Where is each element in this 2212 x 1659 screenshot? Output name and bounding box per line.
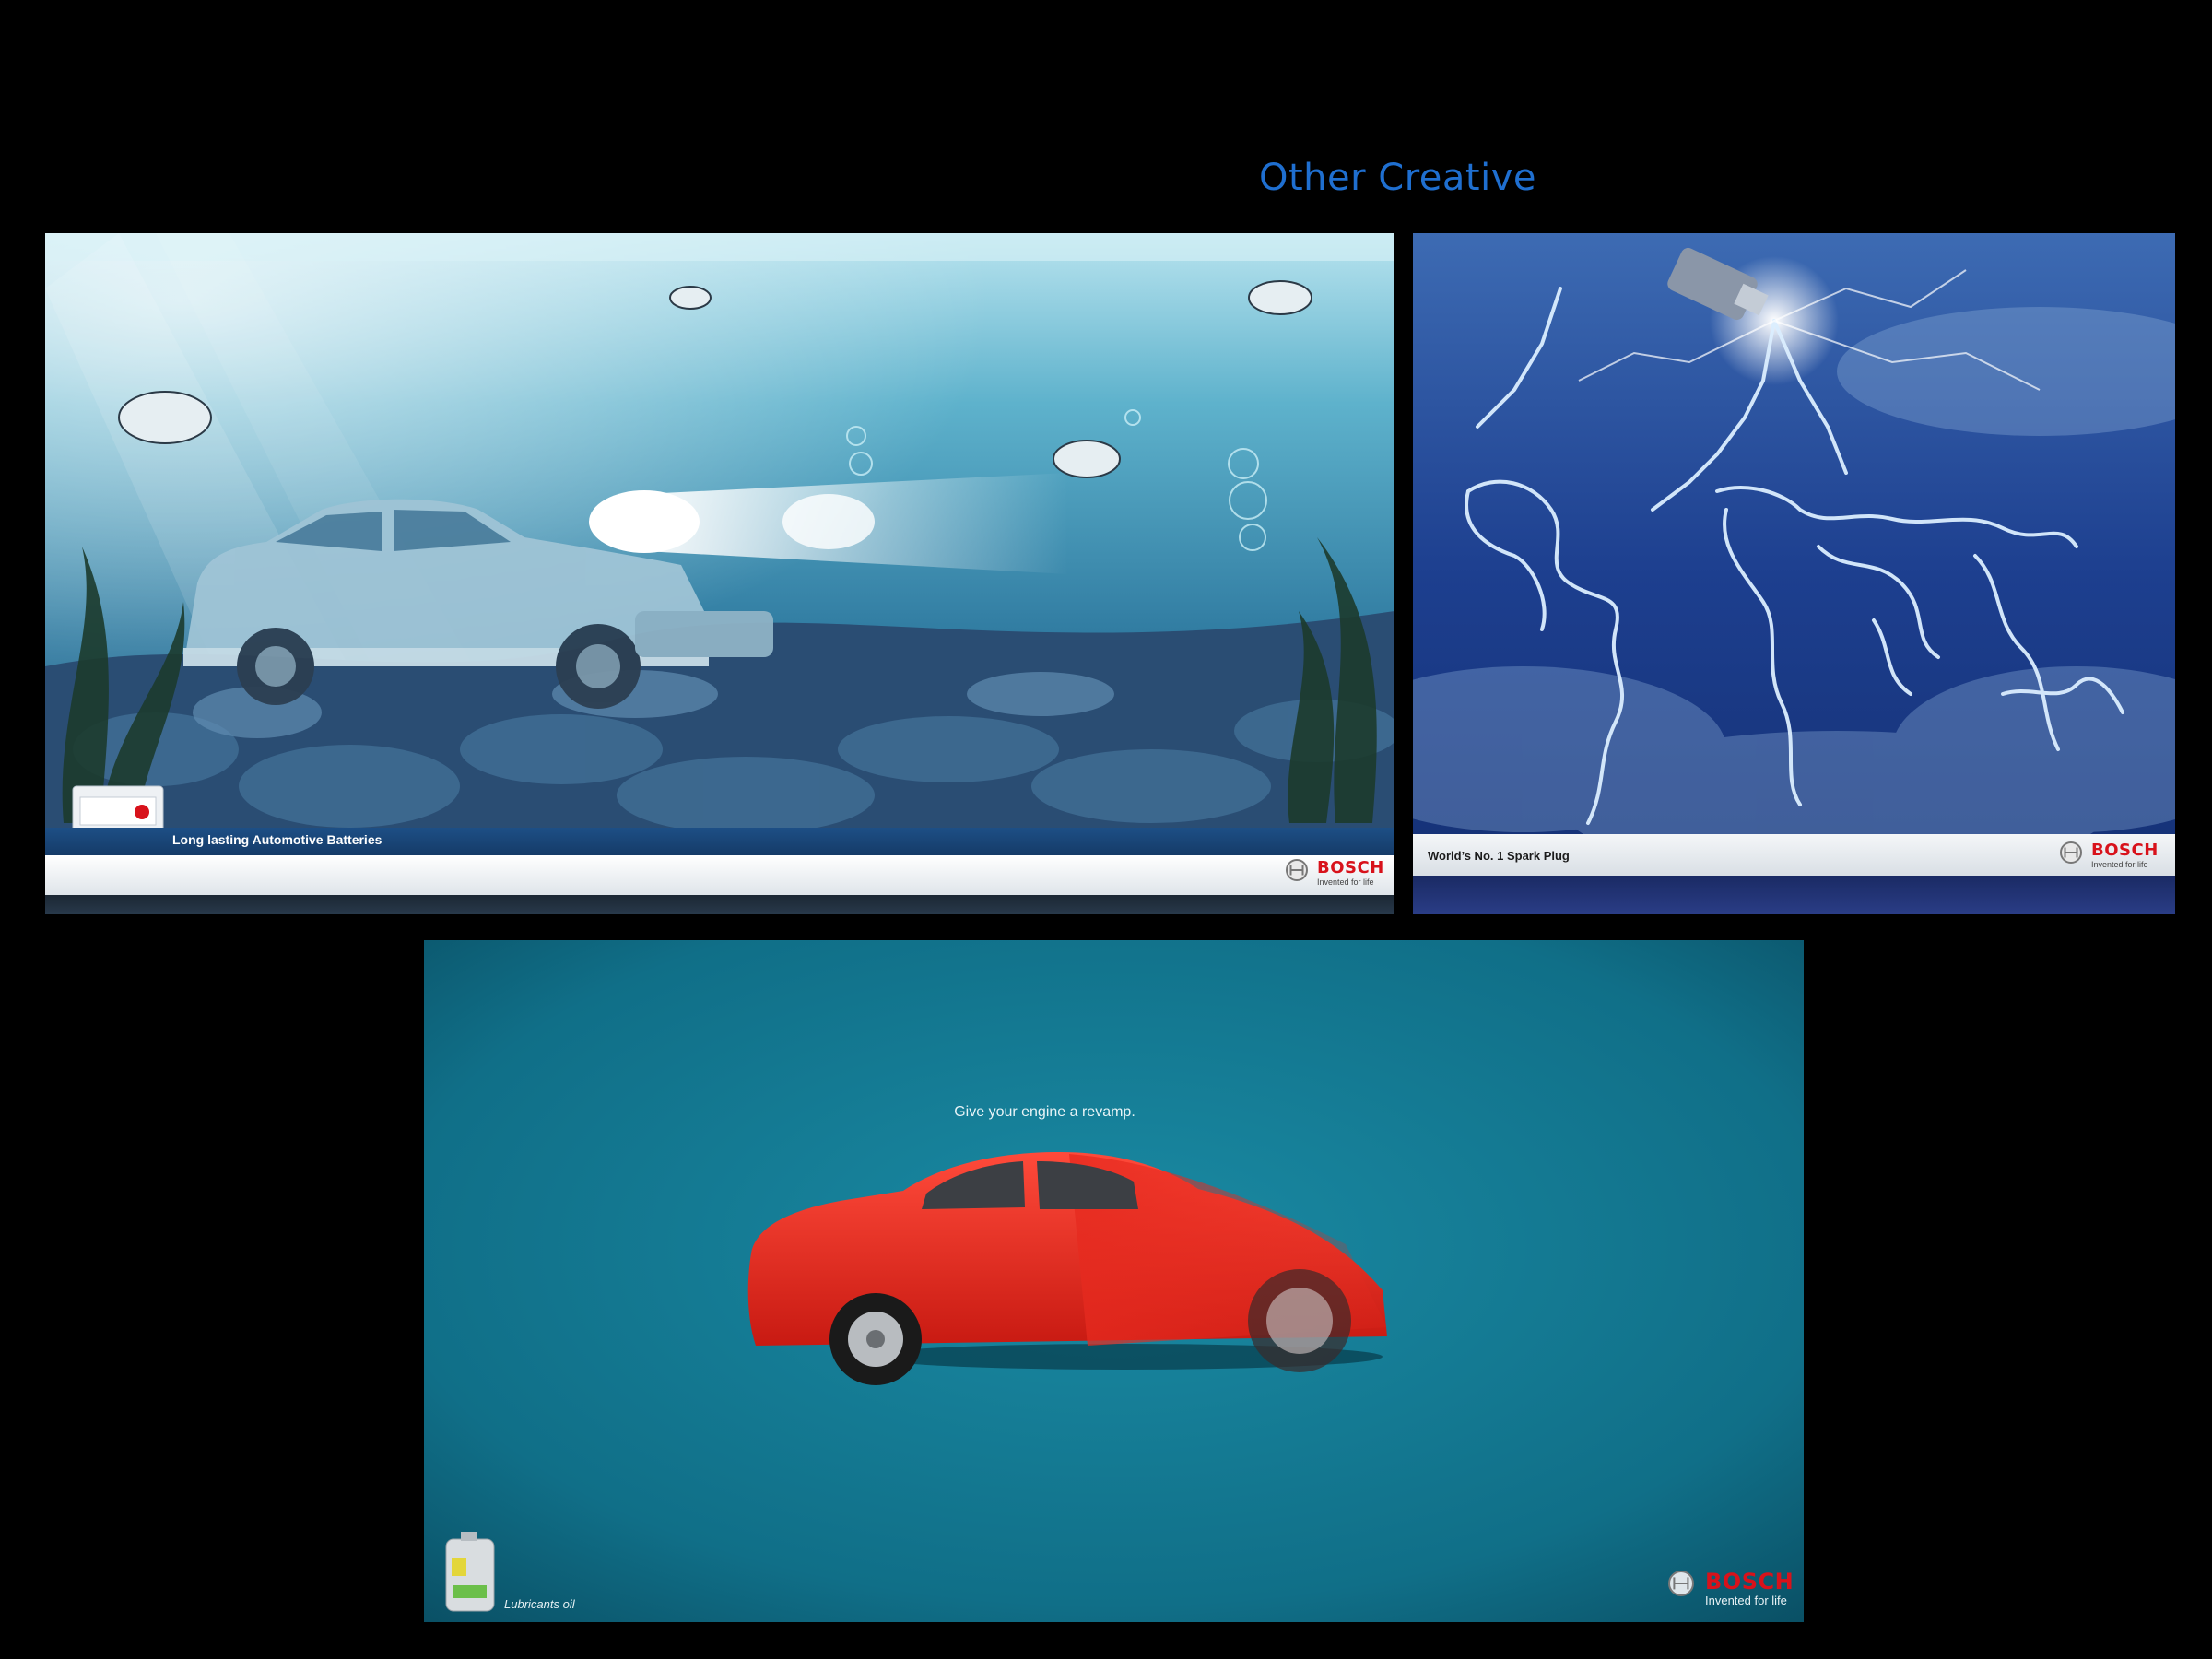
bosch-logo-icon (2060, 841, 2082, 864)
battery-bottom-band (45, 895, 1394, 914)
lubricants-brand-slogan: Invented for life (1705, 1594, 1787, 1607)
battery-brand-name: BOSCH (1317, 858, 1384, 877)
spark-tagline: World’s No. 1 Spark Plug (1428, 849, 1570, 863)
slide-title: Other Creative (1259, 157, 1536, 199)
lubricants-brand-name: BOSCH (1705, 1569, 1794, 1594)
spark-brand-name: BOSCH (2091, 841, 2159, 860)
lubricants-headline: Give your engine a revamp. (954, 1104, 1135, 1120)
battery-ad-artwork (45, 233, 1394, 914)
spark-plug-ad: World’s No. 1 Spark Plug BOSCH Invented … (1413, 233, 2175, 914)
bosch-logo-icon (1286, 859, 1308, 881)
battery-tagline: Long lasting Automotive Batteries (172, 832, 382, 847)
battery-brand-bar (45, 855, 1394, 895)
battery-ad: Long lasting Automotive Batteries BOSCH … (45, 233, 1394, 914)
oil-bottle-icon (445, 1532, 495, 1612)
lubricants-ad-artwork (424, 940, 1804, 1622)
battery-brand-slogan: Invented for life (1317, 877, 1374, 887)
spark-brand-slogan: Invented for life (2091, 860, 2148, 869)
lubricants-brand: BOSCH Invented for life (1705, 1571, 1794, 1607)
bosch-logo-icon (1668, 1571, 1694, 1596)
spark-brand: BOSCH Invented for life (2091, 842, 2159, 870)
battery-brand: BOSCH Invented for life (1317, 860, 1384, 888)
spark-bottom-band (1413, 876, 2175, 914)
spark-plug-ad-artwork (1413, 233, 2175, 914)
lubricants-ad: Give your engine a revamp. Lubricants oi… (424, 940, 1804, 1622)
lubricants-tagline: Lubricants oil (504, 1597, 575, 1611)
